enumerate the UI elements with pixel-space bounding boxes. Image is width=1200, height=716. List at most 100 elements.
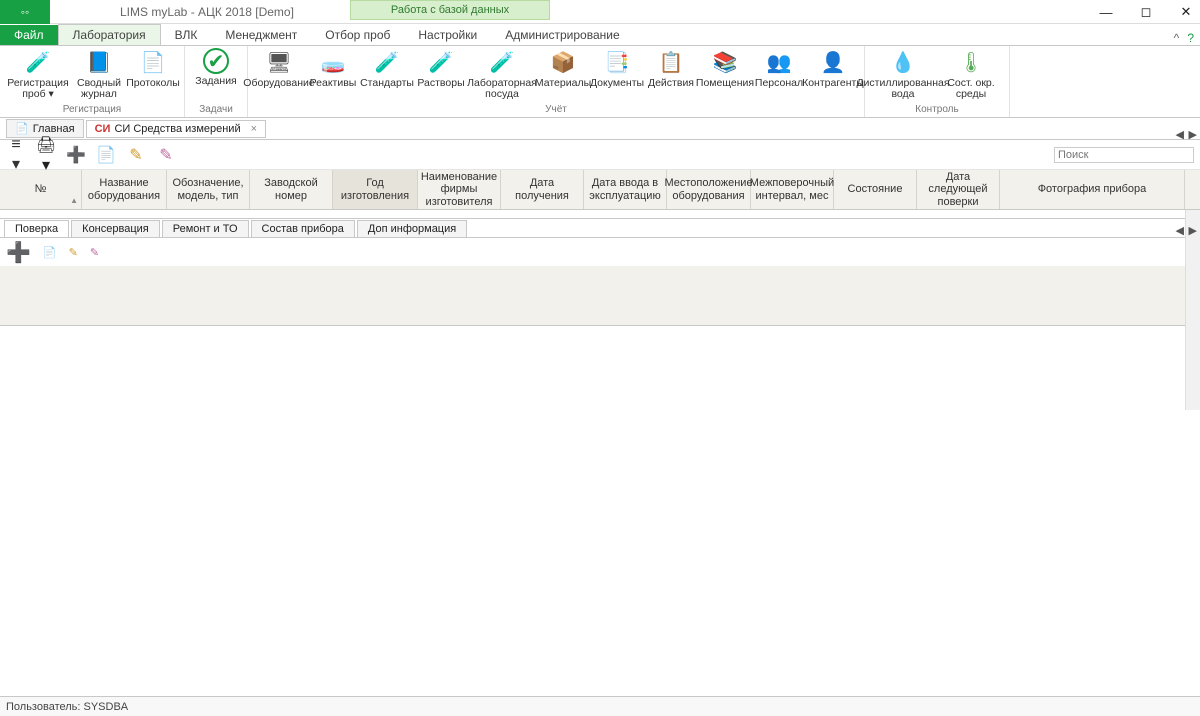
ribbon-tab-file[interactable]: Файл bbox=[0, 25, 58, 45]
col-header[interactable]: Межповерочный интервал, мес bbox=[751, 170, 834, 209]
col-header[interactable]: Год изготовления bbox=[333, 170, 418, 209]
ribbon-label: Документы bbox=[590, 78, 644, 89]
ribbon-tab-lab[interactable]: Лаборатория bbox=[58, 24, 161, 45]
dtab-repair[interactable]: Ремонт и ТО bbox=[162, 220, 249, 237]
tab-scroll-left[interactable]: ◀ bbox=[1176, 128, 1184, 141]
quick-access[interactable]: ◦◦ bbox=[0, 0, 50, 24]
edit-button[interactable]: ✎ bbox=[126, 145, 146, 165]
ribbon-материалы[interactable]: 📦Материалы bbox=[536, 48, 590, 100]
dtab-extra[interactable]: Доп информация bbox=[357, 220, 467, 237]
ribbon-label: Помещения bbox=[696, 78, 754, 89]
ribbon-label: Оборудование bbox=[243, 78, 314, 89]
dtab-poverka[interactable]: Поверка bbox=[4, 220, 69, 237]
ribbon-сводный-журнал[interactable]: 📘Сводный журнал bbox=[72, 48, 126, 100]
ribbon-задания[interactable]: ✔Задания bbox=[189, 48, 243, 87]
search-input[interactable] bbox=[1054, 147, 1194, 163]
col-header[interactable]: Обозначение, модель, тип bbox=[167, 170, 250, 209]
ribbon-icon: 🖥 bbox=[265, 48, 293, 76]
ribbon-icon: 📦 bbox=[549, 48, 577, 76]
ribbon-tab-settings[interactable]: Настройки bbox=[404, 25, 491, 45]
dtab-conservation[interactable]: Консервация bbox=[71, 220, 160, 237]
col-header[interactable]: Дата получения bbox=[501, 170, 584, 209]
ribbon-персонал[interactable]: 👥Персонал bbox=[752, 48, 806, 100]
ribbon-дистиллированная-вода[interactable]: 💧Дистиллированная вода bbox=[869, 48, 937, 100]
minimize-button[interactable]: — bbox=[1096, 5, 1116, 20]
col-header[interactable]: Состояние bbox=[834, 170, 917, 209]
col-header[interactable]: Заводской номер bbox=[250, 170, 333, 209]
detail-scroll-right[interactable]: ▶ bbox=[1189, 224, 1197, 237]
ribbon-лабораторная-посуда[interactable]: 🧪Лабораторная посуда bbox=[468, 48, 536, 100]
help-icon[interactable]: ? bbox=[1187, 31, 1194, 45]
ribbon-group-label: Регистрация bbox=[4, 103, 180, 117]
ribbon-действия[interactable]: 📋Действия bbox=[644, 48, 698, 100]
ribbon-помещения[interactable]: 📚 Помещения bbox=[698, 48, 752, 100]
detail-edit2-button[interactable]: ✎ bbox=[90, 246, 99, 259]
col-header[interactable]: Дата следующей поверки bbox=[917, 170, 1000, 209]
tab-instruments[interactable]: СИ СИ Средства измерений × bbox=[86, 120, 266, 138]
ribbon-group-label: Учёт bbox=[252, 103, 860, 117]
ribbon-collapse-icon[interactable]: ^ bbox=[1174, 31, 1180, 45]
detail-tabs: Поверка Консервация Ремонт и ТО Состав п… bbox=[0, 218, 1200, 238]
status-user: Пользователь: SYSDBA bbox=[6, 701, 128, 713]
col-header[interactable]: Фотография прибора bbox=[1000, 170, 1185, 209]
instruments-grid: №▲Название оборудованияОбозначение, моде… bbox=[0, 170, 1200, 210]
ribbon-icon: 🧪 bbox=[427, 48, 455, 76]
print-icon[interactable]: 🖨 ▾ bbox=[36, 135, 56, 175]
ribbon-group-label: Задачи bbox=[189, 103, 243, 117]
col-header[interactable]: Местоположение оборудования bbox=[667, 170, 751, 209]
ribbon-контрагенты[interactable]: 👤Контрагенты bbox=[806, 48, 860, 100]
ribbon-оборудование[interactable]: 🖥Оборудование bbox=[252, 48, 306, 100]
ribbon-icon: 👥 bbox=[765, 48, 793, 76]
vertical-scrollbar[interactable] bbox=[1185, 210, 1200, 410]
ribbon-стандарты[interactable]: 🧪Стандарты bbox=[360, 48, 414, 100]
hamburger-icon[interactable]: ≡ ▾ bbox=[6, 136, 26, 174]
detail-add-button[interactable]: ➕ bbox=[6, 240, 31, 265]
ribbon-group-label: Контроль bbox=[869, 103, 1005, 117]
ribbon-icon: 👤 bbox=[819, 48, 847, 76]
ribbon-tabbar: Файл Лаборатория ВЛК Менеджмент Отбор пр… bbox=[0, 24, 1200, 46]
ribbon-документы[interactable]: 📑 Документы bbox=[590, 48, 644, 100]
ribbon-label: Лабораторная посуда bbox=[467, 78, 537, 100]
ribbon-label: Сост. окр. среды bbox=[937, 78, 1005, 100]
ribbon-label: Действия bbox=[648, 78, 694, 89]
ribbon-icon: 📚 bbox=[711, 48, 739, 76]
ribbon-tab-management[interactable]: Менеджмент bbox=[211, 25, 311, 45]
tab-scroll-right[interactable]: ▶ bbox=[1189, 128, 1197, 141]
ribbon-label: Контрагенты bbox=[802, 78, 864, 89]
ribbon-icon: 📄 bbox=[139, 48, 167, 76]
ribbon-icon: 🧪 bbox=[24, 48, 52, 76]
ribbon-tab-admin[interactable]: Администрирование bbox=[491, 25, 633, 45]
ribbon-icon: 📑 bbox=[603, 48, 631, 76]
ribbon-label: Реактивы bbox=[310, 78, 357, 89]
detail-add-doc-button[interactable]: 📄 bbox=[43, 246, 57, 259]
col-header[interactable]: №▲ bbox=[0, 170, 82, 209]
detail-scroll-left[interactable]: ◀ bbox=[1176, 224, 1184, 237]
maximize-button[interactable]: ◻ bbox=[1136, 4, 1156, 20]
ribbon-протоколы[interactable]: 📄Протоколы bbox=[126, 48, 180, 100]
ribbon-растворы[interactable]: 🧪 Растворы bbox=[414, 48, 468, 100]
db-banner: Работа с базой данных bbox=[350, 0, 550, 20]
ribbon-tab-sampling[interactable]: Отбор проб bbox=[311, 25, 404, 45]
detail-edit-button[interactable]: ✎ bbox=[69, 246, 78, 259]
add-doc-button[interactable]: 📄 bbox=[96, 145, 116, 165]
add-button[interactable]: ➕ bbox=[66, 145, 86, 165]
document-tabs: 📄 Главная СИ СИ Средства измерений × bbox=[0, 118, 1200, 140]
tab-close-icon[interactable]: × bbox=[251, 123, 257, 135]
close-button[interactable]: ✕ bbox=[1176, 4, 1196, 20]
col-header[interactable]: Дата ввода в эксплуатацию bbox=[584, 170, 667, 209]
ribbon-реактивы[interactable]: 🧫Реактивы bbox=[306, 48, 360, 100]
ribbon-сост.-окр.-среды[interactable]: 🌡Сост. окр. среды bbox=[937, 48, 1005, 100]
ribbon-регистрация-проб-▾[interactable]: 🧪Регистрация проб ▾ bbox=[4, 48, 72, 100]
page-icon: 📄 bbox=[15, 122, 29, 135]
dtab-composition[interactable]: Состав прибора bbox=[251, 220, 355, 237]
tab-main-label: Главная bbox=[33, 123, 75, 135]
ribbon-label: Растворы bbox=[417, 78, 464, 89]
col-header[interactable]: Наименование фирмы изготовителя bbox=[418, 170, 501, 209]
ribbon-icon: 🧪 bbox=[373, 48, 401, 76]
edit2-button[interactable]: ✎ bbox=[156, 145, 176, 165]
ribbon-icon: 🧪 bbox=[488, 48, 516, 76]
titlebar: ◦◦ LIMS myLab - АЦК 2018 [Demo] Работа с… bbox=[0, 0, 1200, 24]
ribbon-tab-vlk[interactable]: ВЛК bbox=[161, 25, 212, 45]
col-header[interactable]: Название оборудования bbox=[82, 170, 167, 209]
ribbon-icon: 📘 bbox=[85, 48, 113, 76]
